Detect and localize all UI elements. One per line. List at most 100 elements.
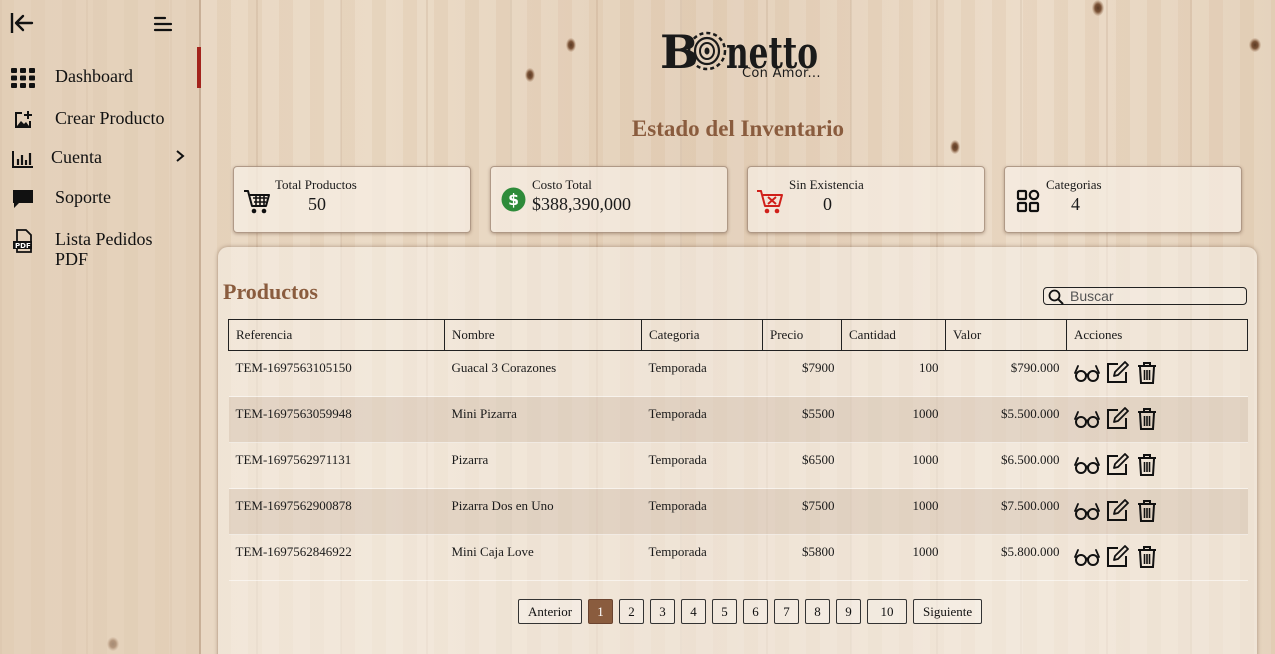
bar-chart-icon: [10, 147, 36, 171]
page-button[interactable]: 8: [805, 599, 831, 624]
column-header[interactable]: Valor: [945, 319, 1067, 351]
cell-category: Temporada: [641, 534, 763, 581]
column-header[interactable]: Cantidad: [841, 319, 946, 351]
cell-qty: 1000: [841, 534, 946, 581]
table-row[interactable]: TEM-1697562971131 Pizarra Temporada $6500 10…: [228, 442, 1248, 489]
trash-icon[interactable]: [1136, 407, 1162, 431]
cell-name: Mini Caja Love: [444, 534, 642, 581]
column-header: Acciones: [1066, 319, 1248, 351]
cell-name: Mini Pizarra: [444, 396, 642, 443]
wood-knot: [566, 38, 576, 52]
products-table: Referencia Nombre Categoria Precio Canti…: [228, 319, 1248, 581]
cell-name: Pizarra Dos en Uno: [444, 488, 642, 535]
edit-icon[interactable]: [1105, 499, 1131, 523]
cell-category: Temporada: [641, 350, 763, 397]
column-header[interactable]: Categoria: [641, 319, 763, 351]
sidebar-item-label: Lista Pedidos PDF: [55, 229, 153, 269]
chat-bubble-icon: [10, 187, 36, 211]
view-glasses-icon[interactable]: [1073, 407, 1100, 431]
column-header[interactable]: Nombre: [444, 319, 642, 351]
cell-price: $5500: [762, 396, 842, 443]
svg-text:B: B: [660, 25, 699, 79]
page-button[interactable]: 4: [681, 599, 707, 624]
previous-page-button[interactable]: Anterior: [518, 599, 583, 624]
page-button[interactable]: 1: [588, 599, 614, 624]
edit-icon[interactable]: [1105, 361, 1131, 385]
trash-icon[interactable]: [1136, 453, 1162, 477]
add-image-icon: [10, 108, 36, 132]
search-box: [1043, 287, 1247, 305]
chevron-right-icon[interactable]: [174, 149, 186, 163]
cell-category: Temporada: [641, 488, 763, 535]
products-panel: Productos Referencia Nombre Categoria Pr…: [218, 247, 1257, 654]
wood-knot: [950, 140, 960, 154]
page-button[interactable]: 6: [743, 599, 769, 624]
view-glasses-icon[interactable]: [1073, 499, 1100, 523]
view-glasses-icon[interactable]: [1073, 361, 1100, 385]
table-row[interactable]: TEM-1697563059948 Mini Pizarra Temporada $5…: [228, 396, 1248, 443]
stat-value: $388,390,000: [532, 194, 631, 214]
page-button[interactable]: 7: [774, 599, 800, 624]
trash-icon[interactable]: [1136, 499, 1162, 523]
cell-ref: TEM-1697562846922: [228, 534, 445, 581]
pagination: Anterior 1 2 3 4 5 6 7 8 9 10 Siguiente: [518, 599, 983, 624]
wood-knot: [1092, 0, 1104, 16]
cell-price: $7500: [762, 488, 842, 535]
page-button[interactable]: 3: [650, 599, 676, 624]
stat-label: Costo Total: [532, 177, 592, 192]
table-header-row: Referencia Nombre Categoria Precio Canti…: [228, 319, 1248, 351]
cell-qty: 1000: [841, 442, 946, 489]
cell-actions: [1066, 488, 1248, 535]
dollar-circle-icon: $: [501, 187, 526, 212]
next-page-button[interactable]: Siguiente: [913, 599, 983, 624]
table-row[interactable]: TEM-1697563105150 Guacal 3 Corazones Tempo…: [228, 350, 1248, 397]
search-input[interactable]: [1070, 288, 1242, 303]
logout-arrow-icon[interactable]: [9, 11, 35, 35]
table-row[interactable]: TEM-1697562846922 Mini Caja Love Temporada…: [228, 534, 1248, 581]
page-button[interactable]: 5: [712, 599, 738, 624]
wood-knot: [1249, 38, 1261, 52]
cell-category: Temporada: [641, 396, 763, 443]
page-button[interactable]: 2: [619, 599, 645, 624]
view-glasses-icon[interactable]: [1073, 545, 1100, 569]
view-glasses-icon[interactable]: [1073, 453, 1100, 477]
svg-text:$: $: [508, 191, 519, 209]
stat-label: Total Productos: [275, 177, 357, 192]
empty-cart-icon: [757, 190, 783, 214]
cell-value: $5.500.000: [945, 396, 1067, 443]
cell-price: $5800: [762, 534, 842, 581]
sidebar: Dashboard Crear Producto Cuenta Soporte …: [0, 0, 201, 654]
stat-value: 4: [1071, 194, 1080, 214]
search-icon: [1048, 289, 1064, 305]
edit-icon[interactable]: [1105, 407, 1131, 431]
page-button[interactable]: 10: [867, 599, 908, 624]
pdf-file-icon: PDF: [10, 229, 36, 253]
trash-icon[interactable]: [1136, 545, 1162, 569]
trash-icon[interactable]: [1136, 361, 1162, 385]
stat-label: Sin Existencia: [789, 177, 864, 192]
stat-card-categorias: Categorias 4: [1004, 166, 1242, 233]
column-header[interactable]: Referencia: [228, 319, 445, 351]
sidebar-item-label: Crear Producto: [55, 108, 165, 128]
wood-knot: [525, 68, 535, 82]
stat-card-costo-total: $ Costo Total $388,390,000: [490, 166, 728, 233]
edit-icon[interactable]: [1105, 453, 1131, 477]
stat-card-total-productos: Total Productos 50: [233, 166, 471, 233]
column-header[interactable]: Precio: [762, 319, 842, 351]
grid-icon: [10, 66, 36, 90]
svg-text:PDF: PDF: [15, 242, 31, 250]
cell-value: $6.500.000: [945, 442, 1067, 489]
table-row[interactable]: TEM-1697562900878 Pizarra Dos en Uno Tempo…: [228, 488, 1248, 535]
cell-price: $7900: [762, 350, 842, 397]
edit-icon[interactable]: [1105, 545, 1131, 569]
sidebar-item-label: Soporte: [55, 187, 111, 207]
cell-name: Pizarra: [444, 442, 642, 489]
cell-ref: TEM-1697562900878: [228, 488, 445, 535]
cell-actions: [1066, 534, 1248, 581]
page-title: Estado del Inventario: [631, 116, 845, 141]
cell-ref: TEM-1697563105150: [228, 350, 445, 397]
shopping-cart-icon: [244, 190, 270, 214]
hamburger-menu-icon[interactable]: [153, 15, 173, 33]
cell-actions: [1066, 396, 1248, 443]
page-button[interactable]: 9: [836, 599, 862, 624]
